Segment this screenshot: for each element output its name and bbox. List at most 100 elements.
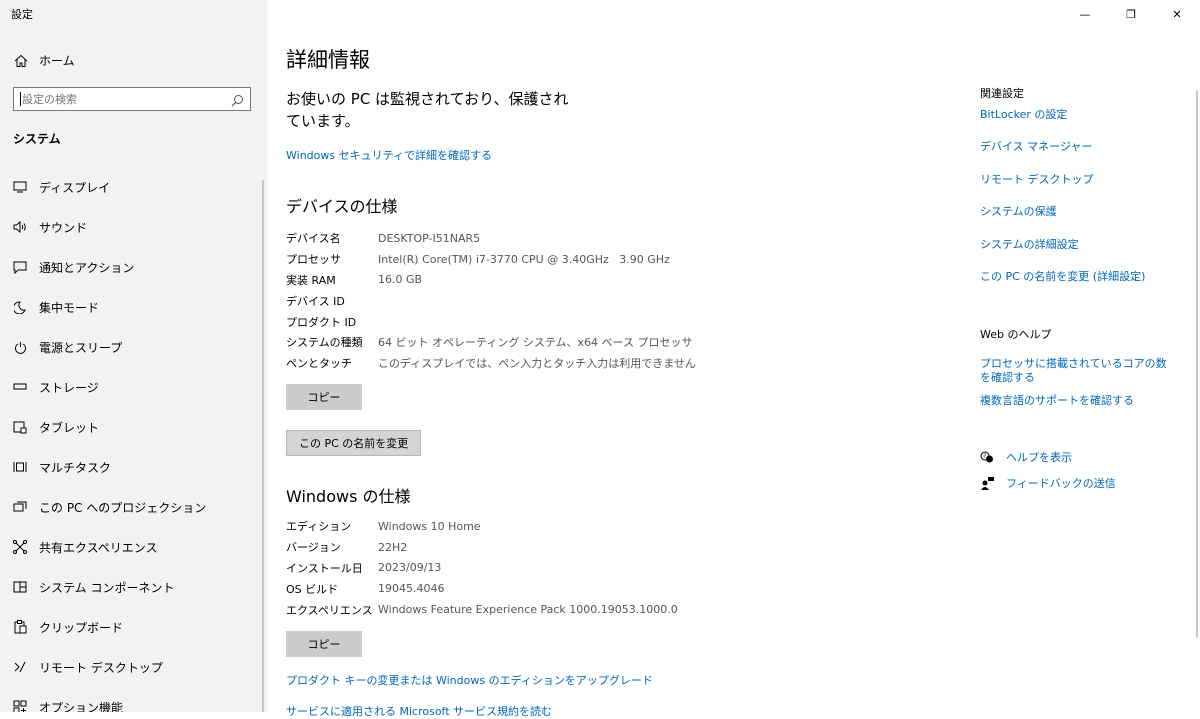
web-help-link[interactable]: プロセッサに搭載されているコアの数を確認する — [980, 357, 1175, 385]
spec-row: プロセッサ Intel(R) Core(TM) i7-3770 CPU @ 3.4… — [286, 249, 696, 270]
sidebar-item-label: 集中モード — [39, 300, 100, 315]
spec-key: OS ビルド — [286, 582, 339, 596]
get-help-label[interactable]: ヘルプを表示 — [1006, 449, 1072, 465]
related-link[interactable]: システムの詳細設定 — [980, 238, 1175, 252]
web-help-link[interactable]: 複数言語のサポートを確認する — [980, 394, 1175, 408]
spec-key: エクスペリエンス — [286, 603, 373, 617]
sidebar-item-label: マルチタスク — [39, 460, 112, 475]
sidebar-item-storage[interactable]: ストレージ — [0, 367, 262, 407]
spec-row: プロダクト ID — [286, 311, 696, 332]
help-chat-icon: ? — [980, 451, 994, 464]
get-help-link[interactable]: ? ヘルプを表示 — [980, 449, 1072, 465]
sidebar-item-tablet[interactable]: タブレット — [0, 407, 262, 447]
spec-row: バージョン 22H2 — [286, 537, 678, 558]
sidebar-item-label: ストレージ — [39, 380, 99, 395]
upgrade-edition-link[interactable]: プロダクト キーの変更または Windows のエディションをアップグレード — [286, 672, 653, 688]
spec-value: 19045.4046 — [378, 582, 445, 596]
sidebar-item-label: 電源とスリープ — [39, 340, 123, 355]
spec-value: このディスプレイでは、ペン入力とタッチ入力は利用できません — [378, 357, 696, 371]
related-link[interactable]: デバイス マネージャー — [980, 140, 1175, 154]
sidebar-item-label: タブレット — [39, 420, 100, 435]
spec-value: Windows Feature Experience Pack 1000.190… — [378, 603, 678, 617]
sidebar-item-multitask[interactable]: マルチタスク — [0, 447, 262, 487]
sidebar-item-sound[interactable]: サウンド — [0, 207, 262, 247]
optional-features-icon — [12, 699, 28, 712]
spec-row: システムの種類 64 ビット オペレーティング システム、x64 ベース プロセッ… — [286, 332, 696, 353]
web-help-heading: Web のヘルプ — [980, 328, 1052, 341]
sidebar-item-label: 共有エクスペリエンス — [39, 540, 158, 555]
device-specs-heading: デバイスの仕様 — [286, 197, 398, 216]
sidebar-item-notifications[interactable]: 通知とアクション — [0, 247, 262, 287]
home-icon — [13, 54, 29, 68]
components-icon — [12, 579, 28, 595]
rename-pc-button[interactable]: この PC の名前を変更 — [286, 430, 422, 456]
search-input[interactable] — [14, 89, 227, 110]
page-title: 詳細情報 — [286, 48, 370, 72]
related-link[interactable]: システムの保護 — [980, 205, 1175, 219]
shared-icon — [12, 539, 28, 555]
related-link[interactable]: この PC の名前を変更 (詳細設定) — [980, 270, 1175, 284]
spec-row: デバイス名 DESKTOP-I51NAR5 — [286, 228, 696, 249]
sidebar-scrollbar[interactable] — [262, 180, 264, 712]
spec-row: インストール日 2023/09/13 — [286, 558, 678, 579]
sidebar-item-label: この PC へのプロジェクション — [39, 500, 207, 515]
content-scrollbar[interactable] — [1196, 90, 1198, 638]
sidebar-nav: ディスプレイ サウンド 通知とアクション 集中モード 電源とスリープ ストレージ… — [0, 167, 262, 712]
spec-key: プロセッサ — [286, 253, 341, 267]
copy-device-specs-button[interactable]: コピー — [286, 384, 362, 410]
feedback-link[interactable]: フィードバックの送信 — [980, 475, 1116, 491]
related-link[interactable]: リモート デスクトップ — [980, 173, 1175, 187]
spec-key: プロダクト ID — [286, 315, 357, 329]
sidebar-item-components[interactable]: システム コンポーネント — [0, 567, 262, 607]
sidebar-item-optional-features[interactable]: オプション機能 — [0, 687, 262, 712]
spec-key: エディション — [286, 520, 352, 534]
multitask-icon — [12, 459, 28, 475]
spec-key: 実装 RAM — [286, 273, 336, 287]
spec-key: バージョン — [286, 541, 341, 555]
sidebar-item-label: システム コンポーネント — [39, 580, 175, 595]
sidebar-home[interactable]: ホーム — [13, 52, 75, 69]
display-icon — [12, 179, 28, 195]
app-title: 設定 — [11, 8, 33, 21]
sidebar-item-clipboard[interactable]: クリップボード — [0, 607, 262, 647]
sidebar-item-focus[interactable]: 集中モード — [0, 287, 262, 327]
windows-security-link[interactable]: Windows セキュリティで詳細を確認する — [286, 147, 492, 163]
spec-row: デバイス ID — [286, 290, 696, 311]
feedback-label[interactable]: フィードバックの送信 — [1006, 475, 1116, 491]
storage-icon — [12, 379, 28, 395]
feedback-icon — [980, 476, 994, 490]
window-controls: — ❐ ✕ — [1062, 0, 1200, 28]
sidebar-item-label: 通知とアクション — [39, 260, 135, 275]
sidebar-item-shared[interactable]: 共有エクスペリエンス — [0, 527, 262, 567]
search-icon[interactable] — [231, 92, 244, 111]
sidebar-item-label: ディスプレイ — [39, 180, 111, 195]
spec-row: エクスペリエンス Windows Feature Experience Pack … — [286, 599, 678, 620]
related-link[interactable]: BitLocker の設定 — [980, 108, 1175, 122]
spec-key: デバイス ID — [286, 294, 345, 308]
text-caret — [20, 92, 21, 106]
device-specs-table: デバイス名 DESKTOP-I51NAR5 プロセッサ Intel(R) Core(… — [286, 228, 696, 374]
sidebar-item-projection[interactable]: この PC へのプロジェクション — [0, 487, 262, 527]
related-settings-heading: 関連設定 — [980, 87, 1024, 100]
search-box[interactable] — [13, 87, 251, 111]
spec-row: OS ビルド 19045.4046 — [286, 578, 678, 599]
service-agreement-link[interactable]: サービスに適用される Microsoft サービス規約を読む — [286, 703, 552, 719]
minimize-button[interactable]: — — [1062, 0, 1108, 28]
sidebar-item-power[interactable]: 電源とスリープ — [0, 327, 262, 367]
protection-status-text: お使いの PC は監視されており、保護されています。 — [286, 90, 569, 130]
copy-windows-specs-button[interactable]: コピー — [286, 631, 362, 657]
windows-specs-heading: Windows の仕様 — [286, 487, 411, 506]
spec-row: 実装 RAM 16.0 GB — [286, 270, 696, 291]
spec-key: デバイス名 — [286, 232, 341, 246]
main-content: 詳細情報 お使いの PC は監視されており、保護されています。 Windows … — [286, 0, 946, 718]
power-icon — [12, 339, 28, 355]
sidebar-item-label: クリップボード — [39, 620, 124, 635]
notification-icon — [12, 259, 28, 275]
spec-value: 16.0 GB — [378, 273, 423, 287]
close-button[interactable]: ✕ — [1154, 0, 1200, 28]
sidebar-item-display[interactable]: ディスプレイ — [0, 167, 262, 207]
restore-button[interactable]: ❐ — [1108, 0, 1154, 28]
sidebar-item-remote[interactable]: リモート デスクトップ — [0, 647, 262, 687]
sidebar: 設定 ホーム システム ディスプレイ サウンド 通知とアクション 集中モード — [0, 0, 267, 712]
related-settings-panel: 関連設定 BitLocker の設定 デバイス マネージャー リモート デスクト… — [980, 0, 1180, 712]
